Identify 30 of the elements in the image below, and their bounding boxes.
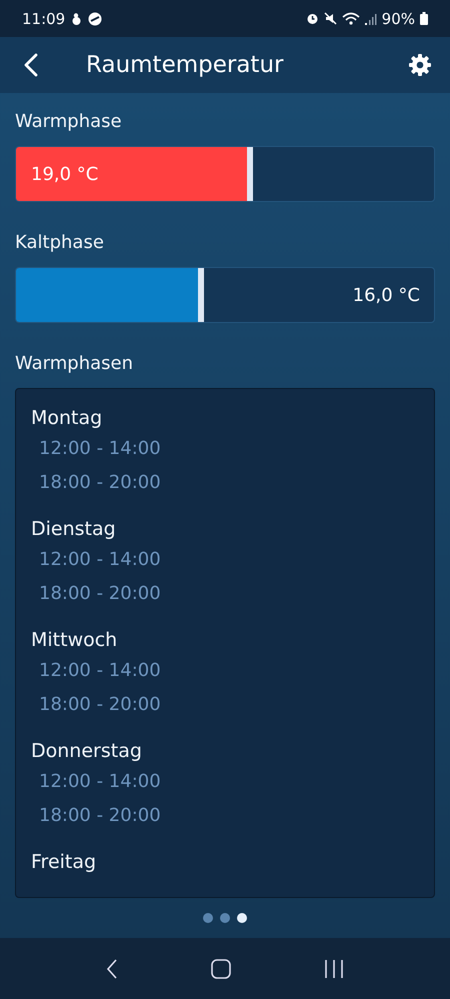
day-name: Dienstag — [31, 517, 117, 542]
status-time: 11:09 — [22, 10, 66, 28]
time-range: 18:00 - 20:00 — [39, 804, 162, 828]
time-range: 18:00 - 20:00 — [39, 471, 162, 495]
day-name: Mittwoch — [31, 628, 118, 653]
home-nav-icon[interactable] — [210, 958, 231, 978]
battery-icon — [420, 12, 428, 25]
day-name: Freitag — [31, 850, 98, 875]
day-name: Montag — [31, 406, 104, 431]
section-label: Warmphasen — [15, 353, 134, 374]
section-label: Kaltphase — [15, 232, 105, 253]
day-name: Donnerstag — [31, 739, 143, 764]
wifi-icon — [342, 12, 360, 25]
back-nav-icon[interactable] — [106, 958, 118, 978]
time-range: 12:00 - 14:00 — [39, 437, 162, 461]
time-range: 12:00 - 14:00 — [39, 659, 162, 683]
time-range: 18:00 - 20:00 — [39, 582, 162, 606]
temperature-value: 19,0 °C — [31, 164, 98, 184]
section-label: Warmphase — [15, 111, 123, 132]
temperature-slider[interactable]: 16,0 °C — [15, 267, 435, 323]
mute-icon — [324, 12, 337, 25]
time-range: 12:00 - 14:00 — [39, 548, 162, 572]
temperature-value: 16,0 °C — [352, 284, 420, 306]
alarm-icon — [306, 12, 319, 25]
signal-icon — [364, 12, 377, 24]
page-title: Raumtemperatur — [86, 52, 284, 78]
time-range: 12:00 - 14:00 — [39, 770, 162, 794]
recent-apps-icon[interactable] — [324, 958, 344, 978]
battery-percentage: 90% — [382, 10, 415, 28]
time-range: 18:00 - 20:00 — [39, 693, 162, 717]
